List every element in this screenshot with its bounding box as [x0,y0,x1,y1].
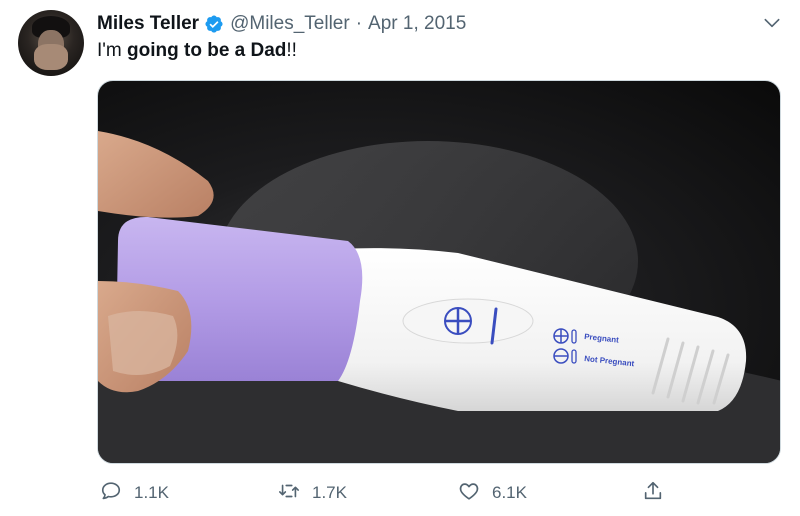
chevron-down-icon[interactable] [761,12,783,34]
author-handle[interactable]: @Miles_Teller [230,13,350,35]
tweet-text-bold: going to be a Dad [127,40,287,61]
finger-top [98,131,214,218]
retweet-count: 1.7K [312,483,347,502]
retweet-button[interactable]: 1.7K [278,480,347,506]
reply-count: 1.1K [134,483,169,502]
separator-dot: · [355,13,363,34]
avatar-hands [34,44,68,70]
verified-icon [204,14,224,34]
avatar[interactable] [18,10,84,76]
tweet-actions: 1.1K 1.7K 6.1K [0,480,800,506]
tweet-photo[interactable]: Pregnant Not Pregnant [97,80,781,464]
like-button[interactable]: 6.1K [458,480,527,506]
like-icon [458,480,480,507]
retweet-icon [278,480,300,507]
like-count: 6.1K [492,483,527,502]
share-icon [642,480,664,507]
tweet-text-prefix: I'm [97,40,128,61]
reply-button[interactable]: 1.1K [100,480,169,506]
tweet-text: I'm going to be a Dad!! [97,40,297,62]
tweet-date[interactable]: Apr 1, 2015 [368,13,466,35]
tweet-text-suffix: !! [286,40,297,61]
reply-icon [100,480,122,507]
author-name[interactable]: Miles Teller [97,13,199,35]
pregnancy-test-photo: Pregnant Not Pregnant [98,131,780,463]
tweet-header: Miles Teller @Miles_Teller · Apr 1, 2015 [97,12,466,36]
share-button[interactable] [642,480,664,506]
